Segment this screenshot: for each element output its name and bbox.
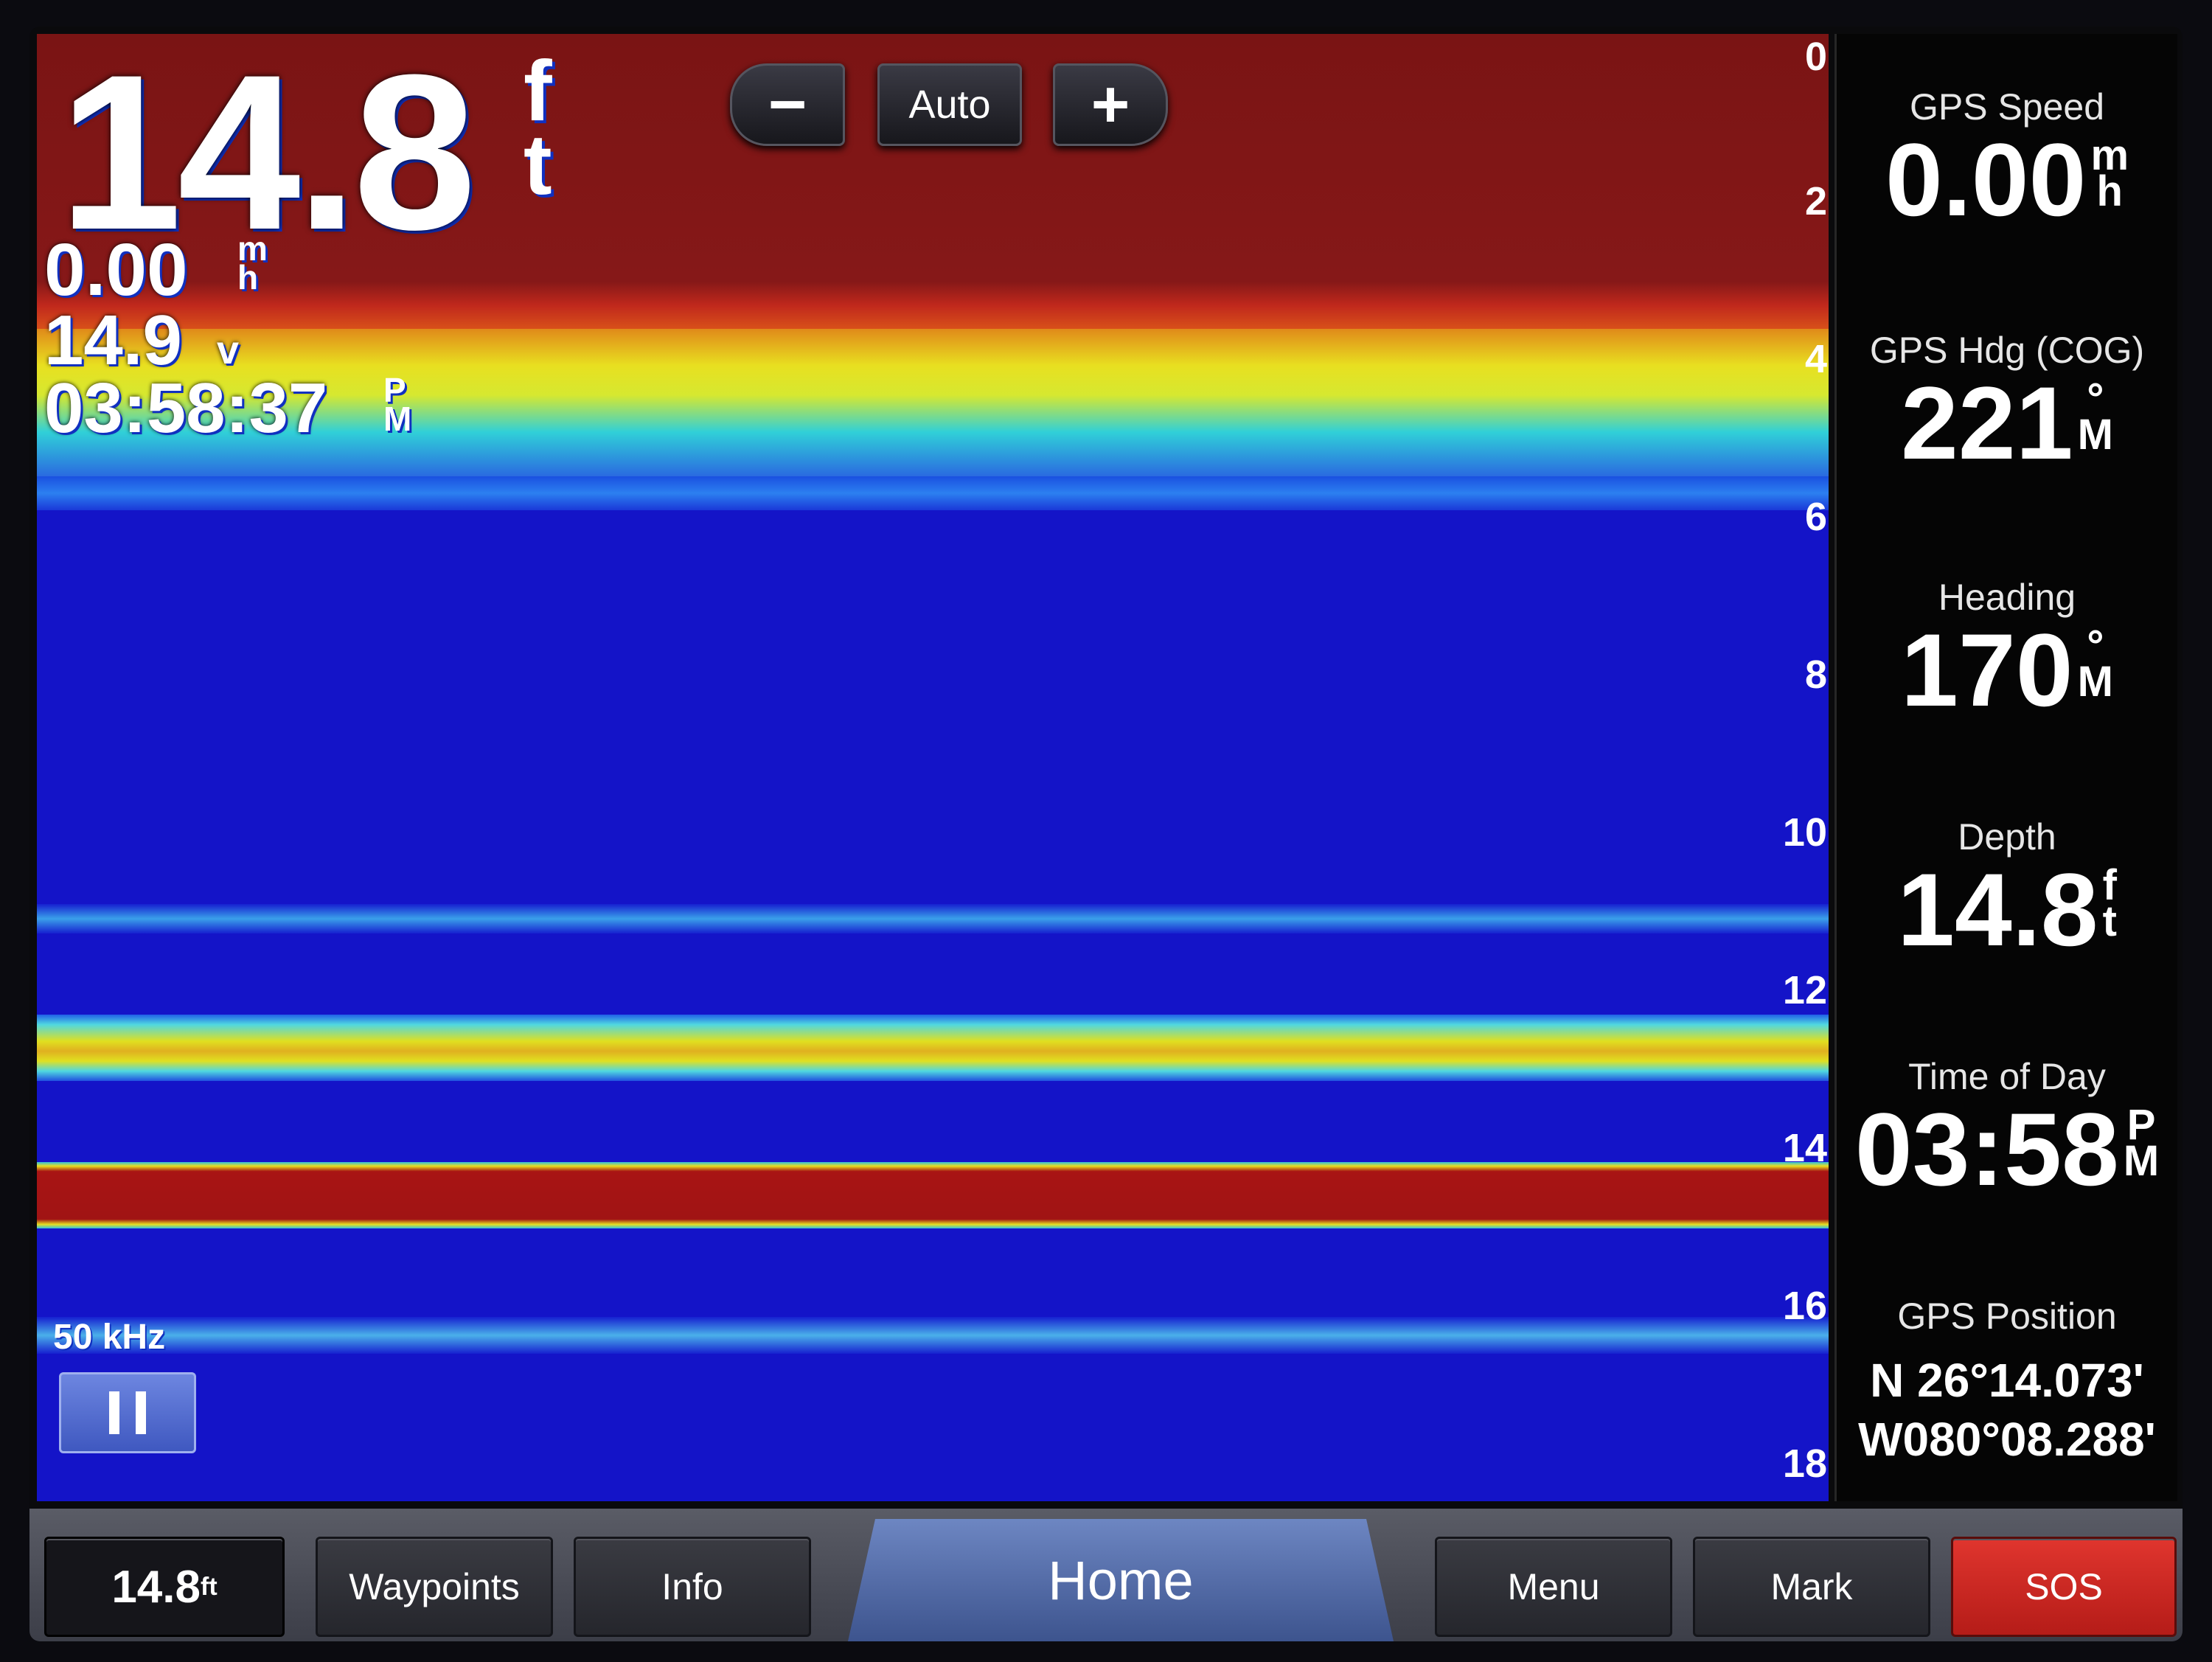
sonar-layer-yellow [37, 1015, 1829, 1081]
pause-icon-bar-right [136, 1391, 146, 1434]
gps-latitude: N 26°14.073' [1870, 1354, 2144, 1407]
depth-scale: 0 2 4 6 8 10 12 14 16 18 [1770, 34, 1829, 1501]
menu-button[interactable]: Menu [1435, 1537, 1672, 1637]
heading-field[interactable]: Heading 170 ° M [1837, 576, 2177, 722]
depth-tick: 14 [1782, 1126, 1827, 1170]
gps-speed-field[interactable]: GPS Speed 0.00 mh [1837, 86, 2177, 232]
chartplotter-screen: 14.8 f t 0.00 m h 14.9 v 03:58:37 P M − … [29, 27, 2183, 1641]
sonar-second-echo [37, 1317, 1829, 1354]
depth-tick: 12 [1782, 968, 1827, 1012]
data-panel: GPS Speed 0.00 mh GPS Hdg (COG) 221 ° M H… [1834, 34, 2177, 1501]
pause-icon-bar-left [109, 1391, 119, 1434]
depth-tick: 6 [1804, 495, 1827, 539]
sos-label: SOS [2025, 1566, 2103, 1607]
time-of-day-field[interactable]: Time of Day 03:58 PM [1837, 1055, 2177, 1201]
info-label: Info [661, 1566, 723, 1607]
sonar-bottom-return [37, 1162, 1829, 1228]
depth-tick: 16 [1782, 1284, 1827, 1328]
home-button[interactable]: Home [848, 1519, 1394, 1641]
gps-longitude: W080°08.288' [1858, 1413, 2156, 1466]
sonar-faint-layer [37, 904, 1829, 933]
time-of-day-unit: PM [2123, 1101, 2160, 1186]
gps-hdg-unit: ° M [2077, 375, 2113, 459]
time-readout: 03:58:37 [44, 369, 328, 448]
depth-tick: 0 [1804, 35, 1827, 79]
databox-depth-unit: ft [201, 1572, 218, 1601]
time-unit-bottom: M [383, 400, 412, 439]
bottom-toolbar: 14.8 ft Waypoints Info Home Menu Mark SOS [29, 1509, 2183, 1641]
depth-databox[interactable]: 14.8 ft [44, 1537, 285, 1637]
zoom-in-button[interactable]: + [1053, 63, 1168, 146]
time-unit: P M [383, 373, 412, 439]
sonar-view[interactable]: 14.8 f t 0.00 m h 14.9 v 03:58:37 P M − … [37, 34, 1829, 1501]
zoom-out-button[interactable]: − [730, 63, 845, 146]
gps-position-field[interactable]: GPS Position N 26°14.073' W080°08.288' [1837, 1295, 2177, 1469]
depth-number: 14.8 [1897, 852, 2098, 967]
depth-unit-bottom: t [524, 116, 552, 212]
plus-icon: + [1091, 67, 1130, 142]
minus-icon: − [768, 67, 807, 142]
heading-unit: ° M [2077, 622, 2113, 706]
gps-hdg-number: 221 [1901, 365, 2073, 481]
depth-field[interactable]: Depth 14.8 ft [1837, 816, 2177, 962]
home-label: Home [1048, 1549, 1194, 1611]
depth-tick: 18 [1782, 1442, 1827, 1486]
gps-position-label: GPS Position [1897, 1296, 2117, 1337]
frequency-label: 50 kHz [53, 1318, 166, 1357]
sos-button[interactable]: SOS [1951, 1537, 2177, 1637]
depth-tick: 8 [1804, 653, 1827, 697]
pause-button[interactable] [59, 1372, 196, 1453]
time-of-day-value: 03:58 PM [1855, 1098, 2159, 1201]
time-of-day-number: 03:58 [1854, 1091, 2119, 1207]
heading-value: 170 ° M [1901, 619, 2113, 722]
gps-speed-unit: mh [2090, 131, 2129, 216]
voltage-unit: v [217, 328, 240, 372]
mark-button[interactable]: Mark [1693, 1537, 1930, 1637]
depth-unit-panel: ft [2102, 861, 2117, 946]
gps-hdg-field[interactable]: GPS Hdg (COG) 221 ° M [1837, 329, 2177, 475]
waypoints-button[interactable]: Waypoints [316, 1537, 553, 1637]
gps-hdg-value: 221 ° M [1901, 372, 2113, 475]
depth-tick: 2 [1804, 179, 1827, 223]
menu-label: Menu [1507, 1566, 1600, 1607]
zoom-auto-button[interactable]: Auto [877, 63, 1022, 146]
speed-unit: m h [237, 232, 268, 294]
heading-number: 170 [1901, 612, 2073, 728]
sonar-thermocline [37, 476, 1829, 510]
info-button[interactable]: Info [574, 1537, 811, 1637]
zoom-auto-label: Auto [908, 83, 991, 127]
mark-label: Mark [1770, 1566, 1853, 1607]
depth-tick: 10 [1782, 810, 1827, 855]
speed-readout: 0.00 [44, 229, 188, 311]
voltage-readout: 14.9 [44, 301, 182, 380]
databox-depth-value: 14.8 [111, 1561, 201, 1613]
depth-tick: 4 [1804, 337, 1827, 381]
depth-unit: f t [524, 48, 568, 212]
gps-speed-value: 0.00 mh [1885, 128, 2129, 232]
depth-value: 14.8 ft [1897, 858, 2117, 962]
gps-speed-number: 0.00 [1885, 122, 2087, 237]
waypoints-label: Waypoints [349, 1566, 520, 1607]
